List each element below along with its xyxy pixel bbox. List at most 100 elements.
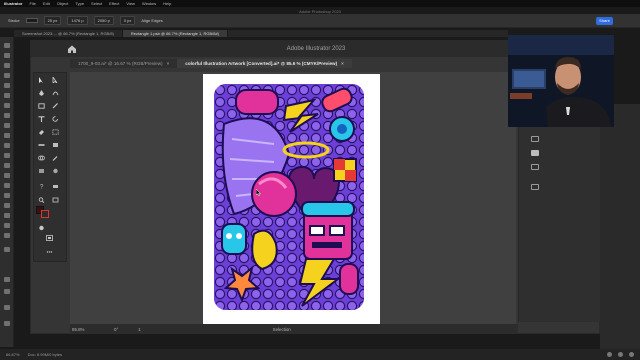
layers-panel-icon[interactable] (531, 150, 539, 156)
artboard-tool-icon[interactable] (52, 197, 59, 203)
blend-tool-icon[interactable] (38, 168, 45, 174)
macos-menubar: Illustrator File Edit Object Type Select… (0, 0, 640, 7)
hand-tool-icon[interactable] (52, 183, 59, 189)
width-field[interactable]: 1476 p (67, 16, 88, 25)
ps-doc-tab[interactable]: Screenshot 2023-... @ 66.7% (Rectangle 1… (14, 30, 123, 37)
ps-move-tool-icon[interactable] (4, 43, 10, 48)
status-circle-icon[interactable] (618, 352, 623, 357)
ps-quickmask-icon[interactable] (4, 289, 10, 294)
photoshop-document-tabs: Screenshot 2023-... @ 66.7% (Rectangle 1… (14, 30, 508, 37)
artboard-navigator[interactable]: 1 (138, 327, 140, 332)
stroke-color-swatch[interactable] (25, 18, 38, 23)
presenter-video-image (508, 35, 614, 127)
libraries-panel-icon[interactable] (531, 164, 539, 170)
stroke-color-swatch[interactable] (41, 210, 49, 218)
status-icons (607, 352, 634, 357)
pen-tool-icon[interactable] (38, 90, 45, 96)
rotate-tool-icon[interactable] (52, 116, 59, 122)
illustrator-toolbar: ? (33, 72, 67, 262)
type-tool-icon[interactable] (38, 116, 45, 122)
ai-doc-tab-label: colorful Illustration Artwork [Converted… (185, 61, 338, 66)
ps-heal-tool-icon[interactable] (4, 103, 10, 108)
ps-shape-tool-icon[interactable] (4, 213, 10, 218)
symbol-tool-icon[interactable] (52, 168, 59, 174)
screen-mode-icon[interactable] (46, 235, 53, 241)
ps-eyedropper-tool-icon[interactable] (4, 93, 10, 98)
ai-doc-tab[interactable]: 1700_9-03.ai* @ 16.67 % (RGB/Preview) × (70, 59, 178, 68)
stroke-width-field[interactable]: 25 px (43, 16, 62, 25)
curvature-tool-icon[interactable] (52, 90, 59, 96)
menu-help[interactable]: Help (163, 1, 171, 6)
ps-screen-mode-icon[interactable] (4, 277, 10, 282)
ps-hand-tool-icon[interactable] (4, 223, 10, 228)
ps-path-select-tool-icon[interactable] (4, 203, 10, 208)
share-button[interactable]: Share (596, 17, 613, 25)
photoshop-right-panel (600, 104, 640, 349)
close-icon[interactable]: × (167, 61, 170, 68)
ps-type-tool-icon[interactable] (4, 193, 10, 198)
ps-zoom-tool-icon[interactable] (4, 233, 10, 238)
artwork-illustration (214, 84, 364, 310)
photoshop-status-bar: 66.67% Doc: 8.99M/0 bytes (0, 349, 640, 360)
ps-foreground-color-icon[interactable] (4, 247, 10, 252)
zoom-tool-icon[interactable] (38, 197, 45, 203)
ps-lasso-tool-icon[interactable] (4, 63, 10, 68)
menu-select[interactable]: Select (91, 1, 102, 6)
width-tool-icon[interactable] (38, 142, 45, 148)
menu-window[interactable]: Window (142, 1, 156, 6)
eraser-tool-icon[interactable] (38, 129, 45, 135)
ai-doc-tab-active[interactable]: colorful Illustration Artwork [Converted… (177, 59, 352, 68)
ps-blur-tool-icon[interactable] (4, 163, 10, 168)
menu-view[interactable]: View (126, 1, 135, 6)
webcam-video-overlay (508, 35, 614, 127)
align-edges-checkbox[interactable]: Align Edges (141, 18, 162, 23)
home-icon[interactable] (67, 44, 77, 54)
rotation-field[interactable]: 0° (114, 327, 118, 332)
scale-tool-icon[interactable] (52, 129, 59, 135)
ai-doc-tab-label: 1700_9-03.ai* @ 16.67 % (RGB/Preview) (78, 61, 163, 66)
illustrator-document-tabs: 1700_9-03.ai* @ 16.67 % (RGB/Preview) × … (70, 59, 550, 68)
menu-object[interactable]: Object (57, 1, 69, 6)
rectangle-tool-icon[interactable] (38, 103, 45, 109)
menu-file[interactable]: File (29, 1, 35, 6)
selection-tool-icon[interactable] (38, 77, 45, 83)
ps-doc-size: Doc: 8.99M/0 bytes (27, 352, 63, 357)
menu-effect[interactable]: Effect (109, 1, 119, 6)
edit-toolbar-icon[interactable] (46, 249, 53, 255)
free-transform-tool-icon[interactable] (52, 142, 59, 148)
status-label[interactable]: Selection (273, 327, 291, 332)
colorful-artwork[interactable] (214, 84, 364, 310)
shape-builder-tool-icon[interactable] (38, 155, 45, 161)
status-circle-icon[interactable] (607, 352, 612, 357)
ps-eraser-tool-icon[interactable] (4, 143, 10, 148)
ps-zoom-level[interactable]: 66.67% (6, 352, 20, 357)
menu-app-name[interactable]: Illustrator (4, 1, 22, 6)
ps-extra-tool-icon[interactable] (4, 305, 10, 310)
menu-edit[interactable]: Edit (43, 1, 50, 6)
ps-dodge-tool-icon[interactable] (4, 173, 10, 178)
height-field[interactable]: 2050 p (93, 16, 114, 25)
corner-radius-field[interactable]: 0 px (119, 16, 136, 25)
ps-marquee-tool-icon[interactable] (4, 53, 10, 58)
ps-select-tool-icon[interactable] (4, 73, 10, 78)
ps-extra-tool-icon[interactable] (4, 321, 10, 326)
menu-type[interactable]: Type (75, 1, 84, 6)
help-icon[interactable]: ? (38, 183, 45, 190)
ps-history-tool-icon[interactable] (4, 133, 10, 138)
eyedropper-tool-icon[interactable] (52, 155, 59, 161)
close-icon[interactable]: × (341, 61, 344, 68)
direct-selection-tool-icon[interactable] (52, 77, 59, 83)
paintbrush-tool-icon[interactable] (52, 103, 59, 109)
zoom-level-field[interactable]: 85.8% (72, 327, 94, 332)
ps-doc-tab-active[interactable]: Rectangle 1.psb @ 66.7% (Rectangle 1, RG… (122, 30, 228, 37)
ps-pen-tool-icon[interactable] (4, 183, 10, 188)
draw-mode-icon[interactable] (38, 225, 45, 231)
ps-gradient-tool-icon[interactable] (4, 153, 10, 158)
ps-brush-tool-icon[interactable] (4, 113, 10, 118)
properties-panel-icon[interactable] (531, 136, 539, 142)
photoshop-toolbar (0, 37, 14, 347)
ps-stamp-tool-icon[interactable] (4, 123, 10, 128)
status-circle-icon[interactable] (629, 352, 634, 357)
ps-crop-tool-icon[interactable] (4, 83, 10, 88)
align-panel-icon[interactable] (531, 184, 539, 190)
